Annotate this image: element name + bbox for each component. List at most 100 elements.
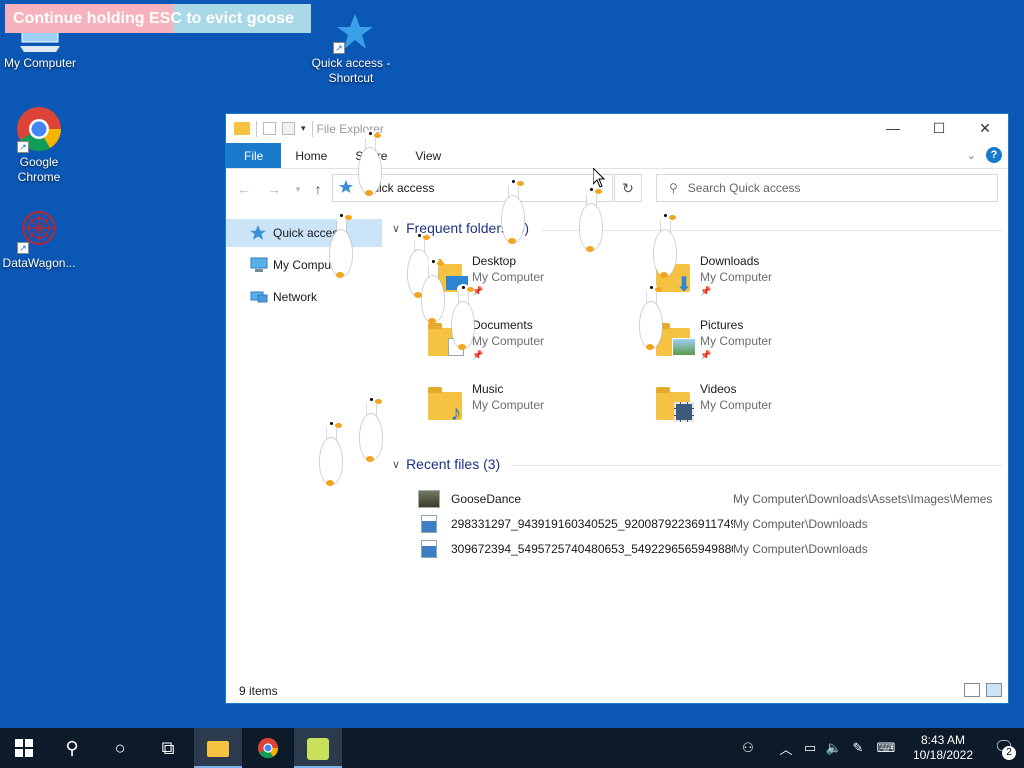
- goose-sprite: [355, 130, 385, 196]
- task-view-icon[interactable]: ⧉: [144, 728, 192, 768]
- folder-icon: [207, 741, 229, 758]
- taskbar-chrome[interactable]: [244, 728, 292, 768]
- ribbon-tabs: File Home Share View ⌄ ?: [226, 143, 1008, 169]
- volume-icon[interactable]: 🔈: [822, 740, 846, 756]
- pin-icon: 📌: [700, 350, 712, 360]
- notification-center-button[interactable]: 🗨 2: [984, 728, 1024, 768]
- notification-count: 2: [1002, 746, 1016, 760]
- star-icon: [250, 225, 268, 241]
- file-explorer-window[interactable]: ▾ File Explorer — ☐ ✕ File Home Share Vi…: [225, 113, 1009, 704]
- folder-name: Music: [472, 382, 504, 396]
- large-icons-view-icon[interactable]: [986, 683, 1002, 697]
- recent-file-path: My Computer\Downloads: [733, 541, 868, 556]
- nav-item-my-computer[interactable]: My Computer: [226, 251, 382, 279]
- folder-tile-music[interactable]: ♪ Music My Computer: [426, 380, 646, 436]
- maximize-button[interactable]: ☐: [916, 114, 962, 143]
- cortana-icon[interactable]: ○: [96, 728, 144, 768]
- clock-date: 10/18/2022: [912, 748, 974, 762]
- help-button[interactable]: ?: [986, 147, 1002, 163]
- folder-tile-videos[interactable]: Videos My Computer: [654, 380, 874, 436]
- folder-location: My Computer: [700, 270, 773, 284]
- tab-home[interactable]: Home: [281, 143, 341, 168]
- chevron-down-icon[interactable]: ▾: [301, 123, 306, 134]
- refresh-button[interactable]: ↻: [614, 174, 642, 202]
- minimize-button[interactable]: —: [870, 114, 916, 143]
- back-button[interactable]: ←: [234, 180, 254, 198]
- goose-sprite: [326, 212, 356, 278]
- system-tray: ⚇ ︿ ▭ 🔈 ✎ ⌨ 8:43 AM 10/18/2022 🗨 2: [736, 728, 1024, 768]
- recent-file-row[interactable]: 298331297_943919160340525_92008792236911…: [418, 511, 1002, 536]
- network-icon[interactable]: ▭: [798, 740, 822, 756]
- esc-evict-banner: Continue holding ESC to evict goose: [5, 4, 311, 33]
- shortcut-arrow-icon: ↗: [333, 42, 345, 54]
- close-button[interactable]: ✕: [962, 114, 1008, 143]
- group-divider: [512, 465, 1002, 466]
- details-view-icon[interactable]: [964, 683, 980, 697]
- recent-locations-button[interactable]: ▾: [288, 180, 308, 198]
- group-divider: [542, 230, 1002, 231]
- taskbar-file-explorer[interactable]: [194, 728, 242, 768]
- music-folder-icon: ♪: [426, 384, 464, 424]
- nav-item-quick-access[interactable]: Quick access: [226, 219, 382, 247]
- recent-file-path: My Computer\Downloads\Assets\Images\Meme…: [733, 491, 993, 506]
- recent-files-header[interactable]: ∨ Recent files (3): [392, 456, 500, 472]
- people-icon[interactable]: ⚇: [736, 740, 760, 756]
- search-input[interactable]: [687, 181, 978, 195]
- pin-icon: 📌: [700, 286, 712, 296]
- properties-icon[interactable]: [263, 122, 276, 135]
- recent-file-row[interactable]: GooseDance My Computer\Downloads\Assets\…: [418, 486, 1002, 511]
- nav-item-network[interactable]: Network: [226, 283, 382, 311]
- up-button[interactable]: ↑: [308, 180, 328, 198]
- goose-sprite: [650, 212, 680, 278]
- new-folder-icon[interactable]: [282, 122, 295, 135]
- desktop-icon-label: Google Chrome: [17, 155, 61, 184]
- folder-icon[interactable]: [234, 122, 250, 135]
- computer-icon: [250, 257, 268, 273]
- recent-file-name: GooseDance: [451, 491, 522, 506]
- desktop-icon-google-chrome[interactable]: ↗ Google Chrome: [0, 105, 79, 185]
- chevron-down-icon: ∨: [392, 458, 401, 471]
- search-icon[interactable]: ⚲: [48, 728, 96, 768]
- goose-sprite: [316, 420, 346, 486]
- title-bar[interactable]: ▾ File Explorer — ☐ ✕: [226, 114, 1008, 143]
- keyboard-icon[interactable]: ⌨: [870, 740, 902, 756]
- taskbar-desktop-goose[interactable]: [294, 728, 342, 768]
- toolbar-separator: [311, 120, 313, 137]
- chevron-down-icon: ∨: [392, 222, 401, 235]
- item-count: 9 items: [239, 684, 278, 698]
- recent-file-row[interactable]: 309672394_5495725740480653_5492296565949…: [418, 536, 1002, 561]
- view-toggles: [964, 683, 1002, 697]
- tab-file[interactable]: File: [226, 143, 282, 168]
- chevron-up-icon[interactable]: ︿: [774, 739, 798, 758]
- desktop-icon-datawagon[interactable]: ↗ DataWagon...: [0, 206, 79, 271]
- shortcut-arrow-icon: ↗: [17, 141, 29, 153]
- star-icon: [339, 180, 353, 197]
- image-thumbnail-icon: [418, 489, 440, 508]
- tab-view[interactable]: View: [401, 143, 455, 168]
- mouse-cursor-icon: [592, 166, 606, 191]
- chrome-icon: ↗: [15, 105, 63, 153]
- folder-tile-pictures[interactable]: Pictures My Computer 📌: [654, 316, 874, 372]
- clock[interactable]: 8:43 AM 10/18/2022: [908, 733, 978, 763]
- ribbon-right-controls: ⌄ ?: [967, 147, 1002, 163]
- image-file-icon: [421, 514, 437, 533]
- taskbar: ⚲ ○ ⧉ ⚇ ︿ ▭ 🔈 ✎ ⌨ 8:43 AM 10/18/2022 🗨 2: [0, 728, 1024, 768]
- shortcut-arrow-icon: ↗: [17, 242, 29, 254]
- recent-file-name: 298331297_943919160340525_92008792236911…: [451, 516, 733, 531]
- desktop-icon-label: DataWagon...: [2, 256, 76, 270]
- network-icon: [250, 289, 268, 305]
- search-box[interactable]: ⚲: [656, 174, 998, 202]
- datawagon-icon: ↗: [15, 206, 63, 254]
- navigation-bar: ← → ▾ ↑ Quick access ↻ ⚲: [226, 172, 1008, 206]
- start-button[interactable]: [0, 728, 48, 768]
- pen-icon[interactable]: ✎: [846, 740, 870, 756]
- goose-sprite: [448, 284, 478, 350]
- folder-name: Documents: [472, 318, 533, 332]
- expand-ribbon-icon[interactable]: ⌄: [967, 149, 976, 162]
- folder-tile-downloads[interactable]: ⬇ Downloads My Computer 📌: [654, 252, 874, 308]
- folder-name: Desktop: [472, 254, 517, 268]
- goose-sprite: [636, 284, 666, 350]
- forward-button[interactable]: →: [264, 180, 284, 198]
- desktop-icon-quick-access[interactable]: ↗ Quick access - Shortcut: [311, 12, 391, 86]
- folder-location: My Computer: [472, 398, 545, 412]
